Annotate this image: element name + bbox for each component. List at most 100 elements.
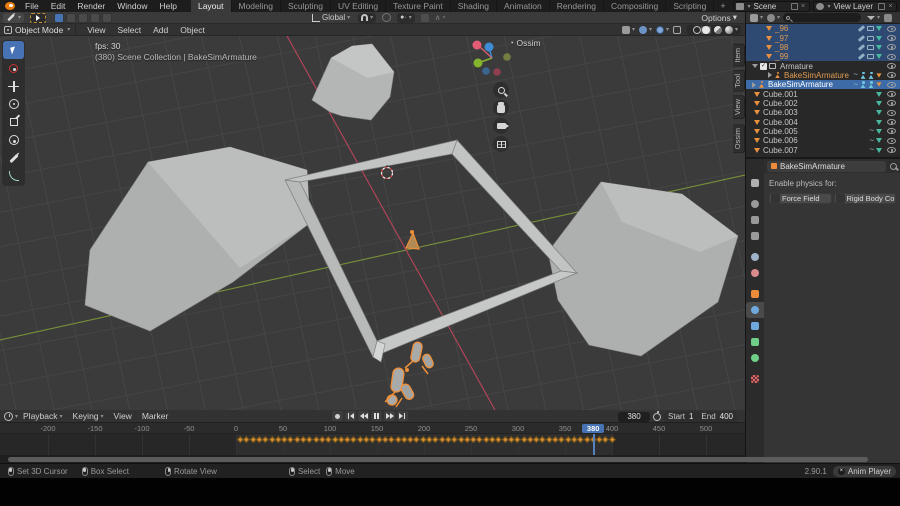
outliner-row[interactable]: Cube.001 <box>746 89 900 99</box>
visibility-eye-icon[interactable] <box>887 109 896 116</box>
workspace-tab-uv-editing[interactable]: UV Editing <box>331 0 387 12</box>
3d-viewport[interactable]: fps: 30 (380) Scene Collection | BakeSim… <box>0 36 745 410</box>
current-frame-field[interactable]: 380 <box>618 411 651 422</box>
overlays-dropdown[interactable]: ▾ <box>652 25 669 34</box>
menu-window[interactable]: Window <box>111 0 153 12</box>
shading-rendered-button[interactable] <box>724 25 733 34</box>
timeline-editor-icon[interactable] <box>4 411 13 421</box>
timeline-menu-marker[interactable]: Marker <box>137 411 173 421</box>
properties-tab-scene[interactable] <box>746 249 764 265</box>
outliner-row[interactable]: ✓ Armature <box>746 61 900 71</box>
scene-selector[interactable]: ▾ Scene × <box>732 0 810 12</box>
close-scene-icon[interactable]: × <box>800 3 807 10</box>
zoom-button[interactable] <box>493 82 509 98</box>
sidebar-tab-item[interactable]: Item <box>733 44 745 67</box>
force-field-button[interactable]: Force Field <box>769 193 832 204</box>
shading-solid-button[interactable] <box>701 25 710 34</box>
visibility-eye-icon[interactable] <box>887 72 896 79</box>
new-collection-icon[interactable] <box>884 13 893 22</box>
menu-render[interactable]: Render <box>71 0 111 12</box>
visibility-eye-icon[interactable] <box>887 25 896 32</box>
properties-tab-object-data[interactable] <box>746 334 764 350</box>
visibility-eye-icon[interactable] <box>887 35 896 42</box>
snapping-dropdown[interactable]: ▾ <box>358 12 377 23</box>
outliner-row[interactable]: Cube.002 <box>746 99 900 108</box>
properties-tab-world[interactable] <box>746 265 764 281</box>
visibility-eye-icon[interactable] <box>887 63 896 70</box>
tool-transform-button[interactable] <box>3 131 24 149</box>
playhead-frame-label[interactable]: 380 <box>582 424 605 433</box>
properties-tab-render[interactable] <box>746 196 764 212</box>
tool-move-button[interactable] <box>3 77 24 95</box>
snap-target-icon[interactable] <box>382 13 392 22</box>
orientation-dropdown[interactable]: Global ▾ <box>312 13 350 22</box>
outliner-row[interactable]: Cube.004 <box>746 117 900 127</box>
new-scene-icon[interactable] <box>790 2 798 10</box>
select-mode-invert[interactable] <box>90 12 101 23</box>
properties-tab-tool[interactable] <box>746 175 764 191</box>
proportional-toggle[interactable] <box>420 13 429 22</box>
falloff-dropdown[interactable]: ∧ ▾ <box>435 13 446 22</box>
properties-tab-constraints[interactable] <box>746 318 764 334</box>
properties-tab-texture[interactable] <box>746 371 764 387</box>
outliner-row[interactable]: _97 <box>746 33 900 43</box>
workspace-tab-sculpting[interactable]: Sculpting <box>281 0 331 12</box>
menu-help[interactable]: Help <box>153 0 182 12</box>
workspace-tab-texture-paint[interactable]: Texture Paint <box>386 0 451 12</box>
viewport-menu-add[interactable]: Add <box>147 25 174 35</box>
outliner-row[interactable]: BakeSimArmature ~ <box>746 80 900 90</box>
select-mode-extend[interactable] <box>66 12 77 23</box>
properties-tab-bone[interactable] <box>746 350 764 366</box>
xray-toggle[interactable] <box>672 25 681 34</box>
menu-edit[interactable]: Edit <box>45 0 72 12</box>
gizmos-dropdown[interactable]: ▾ <box>635 25 652 34</box>
properties-tab-output[interactable] <box>746 212 764 228</box>
toggle-ortho-button[interactable] <box>493 136 509 152</box>
sidebar-tab-view[interactable]: View <box>733 95 745 120</box>
visibility-eye-icon[interactable] <box>887 44 896 51</box>
prev-keyframe-button[interactable] <box>358 411 369 421</box>
select-mode-subtract[interactable] <box>78 12 89 23</box>
visibility-eye-icon[interactable] <box>887 137 896 144</box>
pin-icon[interactable] <box>890 162 897 170</box>
timeline-track[interactable] <box>0 434 745 455</box>
stopwatch-icon[interactable] <box>653 410 662 421</box>
tool-annotate-button[interactable] <box>3 149 24 167</box>
next-keyframe-button[interactable] <box>384 411 395 421</box>
close-view-layer-icon[interactable]: × <box>887 3 894 10</box>
active-tool-button[interactable] <box>30 12 47 23</box>
workspace-tab-modeling[interactable]: Modeling <box>232 0 281 12</box>
visibility-eye-icon[interactable] <box>887 53 896 60</box>
menu-file[interactable]: File <box>19 0 45 12</box>
editor-type-icon[interactable] <box>750 13 758 22</box>
outliner-search-input[interactable] <box>783 13 862 22</box>
shading-wireframe-button[interactable] <box>692 25 701 34</box>
view-layer-selector[interactable]: ▾ View Layer × <box>812 0 897 12</box>
properties-tab-view-layer[interactable] <box>746 228 764 244</box>
select-mode-set[interactable] <box>54 12 65 23</box>
scrollbar-handle[interactable] <box>8 456 868 462</box>
properties-tab-object[interactable] <box>746 286 764 302</box>
workspace-tab-scripting[interactable]: Scripting <box>666 0 715 12</box>
tool-cursor-button[interactable] <box>3 59 24 77</box>
viewport-menu-select[interactable]: Select <box>112 25 148 35</box>
timeline-ruler[interactable]: -200 -150 -100 -50 0 50 100 150 200 250 300 350 400 4… <box>0 423 745 434</box>
outliner-row[interactable]: Cube.005 ~ <box>746 127 900 136</box>
workspace-tab-shading[interactable]: Shading <box>451 0 497 12</box>
expand-arrow-icon[interactable] <box>768 72 772 79</box>
visibility-eye-icon[interactable] <box>887 119 896 126</box>
workspace-tab-rendering[interactable]: Rendering <box>550 0 605 12</box>
frame-range-fields[interactable]: Start 1 End 400 <box>664 411 737 422</box>
rigid-body-constraint-button[interactable]: Rigid Body Constraint <box>833 193 896 204</box>
tool-dropdown[interactable]: ▾ <box>3 12 25 23</box>
visibility-eye-icon[interactable] <box>887 81 896 88</box>
timeline-menu-keying[interactable]: Keying ▾ <box>68 411 109 421</box>
filter-icon[interactable] <box>867 15 876 20</box>
workspace-tab-layout[interactable]: Layout <box>190 0 232 12</box>
pan-button[interactable] <box>493 100 509 116</box>
sidebar-tab-tool[interactable]: Tool <box>733 70 745 92</box>
timeline-menu-view[interactable]: View <box>109 411 137 421</box>
visibility-eye-icon[interactable] <box>887 128 896 135</box>
viewport-menu-object[interactable]: Object <box>174 25 211 35</box>
camera-view-button[interactable] <box>493 118 509 134</box>
